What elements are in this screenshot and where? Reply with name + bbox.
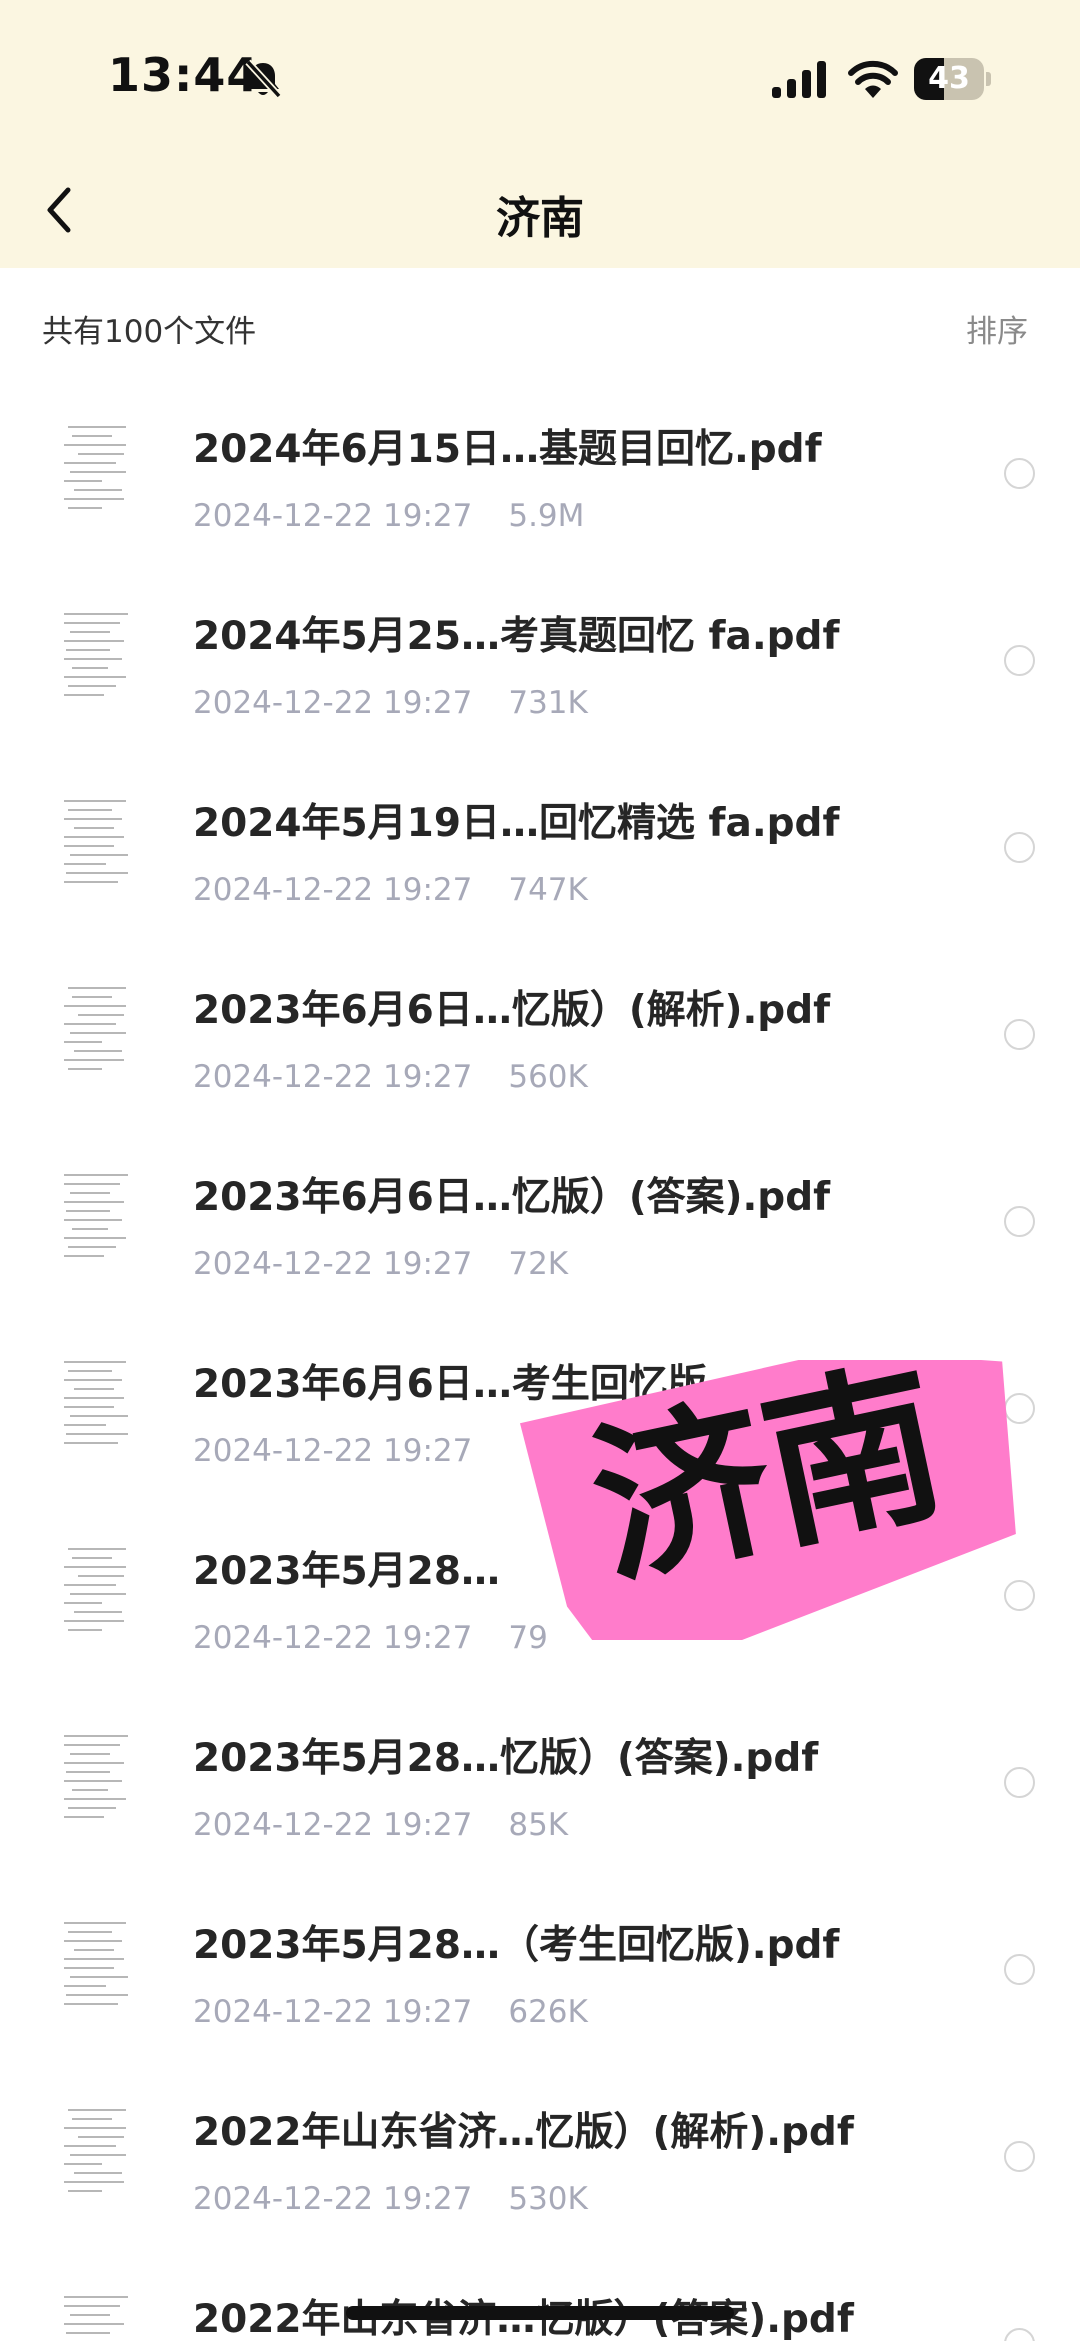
file-name: 2024年5月25…考真题回忆 fa.pdf — [193, 614, 840, 659]
file-date: 2024-12-22 19:27 — [193, 1807, 473, 1843]
pdf-thumbnail — [58, 1916, 132, 2016]
file-date: 2024-12-22 19:27 — [193, 1994, 473, 2030]
file-name: 2023年6月6日…忆版）(解析).pdf — [193, 988, 831, 1033]
file-date: 2024-12-22 19:27 — [193, 685, 473, 721]
pdf-thumbnail — [58, 1729, 132, 1829]
file-size: 5.9M — [508, 498, 585, 534]
file-row[interactable]: 2023年6月6日…忆版）(解析).pdf 2024-12-22 19:27 560… — [0, 941, 1080, 1128]
file-row[interactable]: 2023年5月28…忆版）(答案).pdf 2024-12-22 19:27 85K — [0, 1689, 1080, 1876]
file-row[interactable]: 2024年6月15日…基题目回忆.pdf 2024-12-22 19:27 5.9M — [0, 380, 1080, 567]
pdf-thumbnail — [58, 1542, 132, 1642]
pdf-thumbnail — [58, 420, 132, 520]
file-meta: 2024-12-22 19:27 747K — [193, 872, 588, 908]
pdf-thumbnail — [58, 794, 132, 894]
file-meta: 2024-12-22 19:27 79 — [193, 1620, 548, 1656]
pdf-thumbnail — [58, 2290, 132, 2341]
pdf-thumbnail — [58, 1168, 132, 1268]
file-size: 626K — [508, 1994, 588, 2030]
file-date: 2024-12-22 19:27 — [193, 1246, 473, 1282]
navigation-bar: 济南 — [0, 160, 1080, 268]
file-size: 72K — [508, 1246, 569, 1282]
pdf-thumbnail — [58, 981, 132, 1081]
file-row[interactable]: 2024年5月19日…回忆精选 fa.pdf 2024-12-22 19:27 74… — [0, 754, 1080, 941]
file-size: 560K — [508, 1059, 588, 1095]
file-size: 747K — [508, 872, 588, 908]
select-radio[interactable] — [1004, 645, 1035, 676]
file-meta: 2024-12-22 19:27 72K — [193, 1246, 568, 1282]
battery-icon: 43 — [914, 58, 991, 100]
file-name: 2023年5月28…忆版）(答案).pdf — [193, 1736, 819, 1781]
file-date: 2024-12-22 19:27 — [193, 498, 473, 534]
file-size: 530K — [508, 2181, 588, 2217]
pdf-thumbnail — [58, 1355, 132, 1455]
sort-button[interactable]: 排序 — [966, 306, 1028, 351]
file-size: 85K — [508, 1807, 569, 1843]
file-date: 2024-12-22 19:27 — [193, 1433, 473, 1469]
select-radio[interactable] — [1004, 2328, 1035, 2341]
file-size: 731K — [508, 685, 588, 721]
select-radio[interactable] — [1004, 458, 1035, 489]
jinan-sticker: 济南 — [520, 1360, 1016, 1640]
select-radio[interactable] — [1004, 1954, 1035, 1985]
file-name: 2022年山东省济…忆版）(解析).pdf — [193, 2110, 854, 2155]
select-radio[interactable] — [1004, 1767, 1035, 1798]
battery-percent: 43 — [928, 61, 970, 96]
file-date: 2024-12-22 19:27 — [193, 1059, 473, 1095]
status-bar: 13:44 43 — [0, 0, 1080, 160]
page-title: 济南 — [496, 193, 584, 244]
file-row[interactable]: 2023年6月6日…忆版）(答案).pdf 2024-12-22 19:27 72K — [0, 1128, 1080, 1315]
pdf-thumbnail — [58, 607, 132, 707]
select-radio[interactable] — [1004, 2141, 1035, 2172]
file-count: 共有100个文件 — [42, 314, 257, 350]
file-name: 2023年6月6日…忆版）(答案).pdf — [193, 1175, 831, 1220]
file-date: 2024-12-22 19:27 — [193, 2181, 473, 2217]
select-radio[interactable] — [1004, 832, 1035, 863]
file-meta: 2024-12-22 19:27 731K — [193, 685, 588, 721]
select-radio[interactable] — [1004, 1019, 1035, 1050]
file-meta: 2024-12-22 19:27 626K — [193, 1994, 588, 2030]
file-meta: 2024-12-22 19:27 — [193, 1433, 508, 1469]
file-date: 2024-12-22 19:27 — [193, 872, 473, 908]
file-meta: 2024-12-22 19:27 5.9M — [193, 498, 584, 534]
select-radio[interactable] — [1004, 1206, 1035, 1237]
bell-slash-icon — [245, 59, 282, 99]
file-row[interactable]: 2024年5月25…考真题回忆 fa.pdf 2024-12-22 19:27 73… — [0, 567, 1080, 754]
file-name: 2023年5月28… — [193, 1549, 500, 1594]
file-row[interactable]: 2023年5月28…（考生回忆版).pdf 2024-12-22 19:27 626… — [0, 1876, 1080, 2063]
file-meta: 2024-12-22 19:27 85K — [193, 1807, 568, 1843]
file-meta: 2024-12-22 19:27 560K — [193, 1059, 588, 1095]
file-row[interactable]: 2022年山东省济…忆版）(答案).pdf — [0, 2250, 1080, 2341]
file-name: 2023年5月28…（考生回忆版).pdf — [193, 1923, 840, 1968]
status-time: 13:44 — [108, 48, 260, 102]
file-date: 2024-12-22 19:27 — [193, 1620, 473, 1656]
file-row[interactable]: 2022年山东省济…忆版）(解析).pdf 2024-12-22 19:27 530… — [0, 2063, 1080, 2250]
home-indicator[interactable] — [346, 2306, 734, 2320]
wifi-icon — [848, 60, 898, 98]
file-name: 2024年6月15日…基题目回忆.pdf — [193, 427, 822, 472]
cellular-signal-icon — [772, 61, 826, 98]
file-meta: 2024-12-22 19:27 530K — [193, 2181, 588, 2217]
pdf-thumbnail — [58, 2103, 132, 2203]
file-name: 2024年5月19日…回忆精选 fa.pdf — [193, 801, 840, 846]
